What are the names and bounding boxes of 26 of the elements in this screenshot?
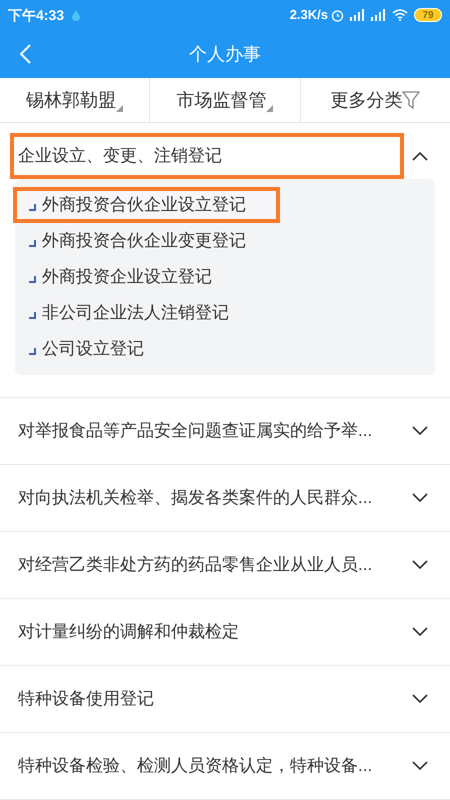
battery-icon: 79 — [414, 8, 442, 22]
category-title: 对举报食品等产品安全问题查证属实的给予举... — [17, 420, 374, 442]
category-title: 特种设备使用登记 — [17, 688, 155, 710]
category-row[interactable]: 特种设备检验、检测人员资格认定，特种设备... — [0, 733, 450, 799]
status-time: 下午4:33 — [8, 6, 64, 24]
subitem-link[interactable]: 外商投资企业设立登记 — [13, 259, 228, 295]
subitem-link[interactable]: 公司设立登记 — [13, 331, 160, 367]
category-title: 特种设备检验、检测人员资格认定，特种设备... — [17, 755, 374, 778]
category-row[interactable]: 对举报食品等产品安全问题查证属实的给予举... — [0, 398, 450, 464]
category-title: 对向执法机关检举、揭发各类案件的人民群众... — [17, 487, 374, 510]
dropdown-button[interactable]: 市场监督管 — [149, 78, 300, 122]
page-title: 个人办事 — [189, 42, 261, 66]
subitem-link[interactable]: 外商投资合伙企业变更登记 — [13, 223, 262, 259]
category-title: 对经营乙类非处方药的药品零售企业从业人员... — [17, 554, 374, 576]
category-row[interactable]: 对经营乙类非处方药的药品零售企业从业人员... — [0, 532, 450, 598]
category-title: 企业设立、变更、注销登记 — [10, 133, 404, 179]
category-row[interactable]: 对向执法机关检举、揭发各类案件的人民群众... — [0, 465, 450, 531]
category-title: 对计量纠纷的调解和仲裁检定 — [17, 621, 240, 644]
category-filter-button[interactable]: 更多分类 — [300, 78, 450, 122]
subitem-link[interactable]: 外商投资合伙企业设立登记 — [13, 187, 280, 223]
network-speed: 2.3K/s — [290, 6, 328, 24]
subitem-link[interactable]: 非公司企业法人注销登记 — [13, 295, 245, 331]
category-row[interactable]: 对计量纠纷的调解和仲裁检定 — [0, 599, 450, 665]
dropdown-button[interactable]: 锡林郭勒盟 — [0, 78, 150, 122]
category-row[interactable]: 特种设备使用登记 — [0, 666, 450, 732]
category-row[interactable]: 企业设立、变更、注销登记 — [0, 123, 450, 189]
